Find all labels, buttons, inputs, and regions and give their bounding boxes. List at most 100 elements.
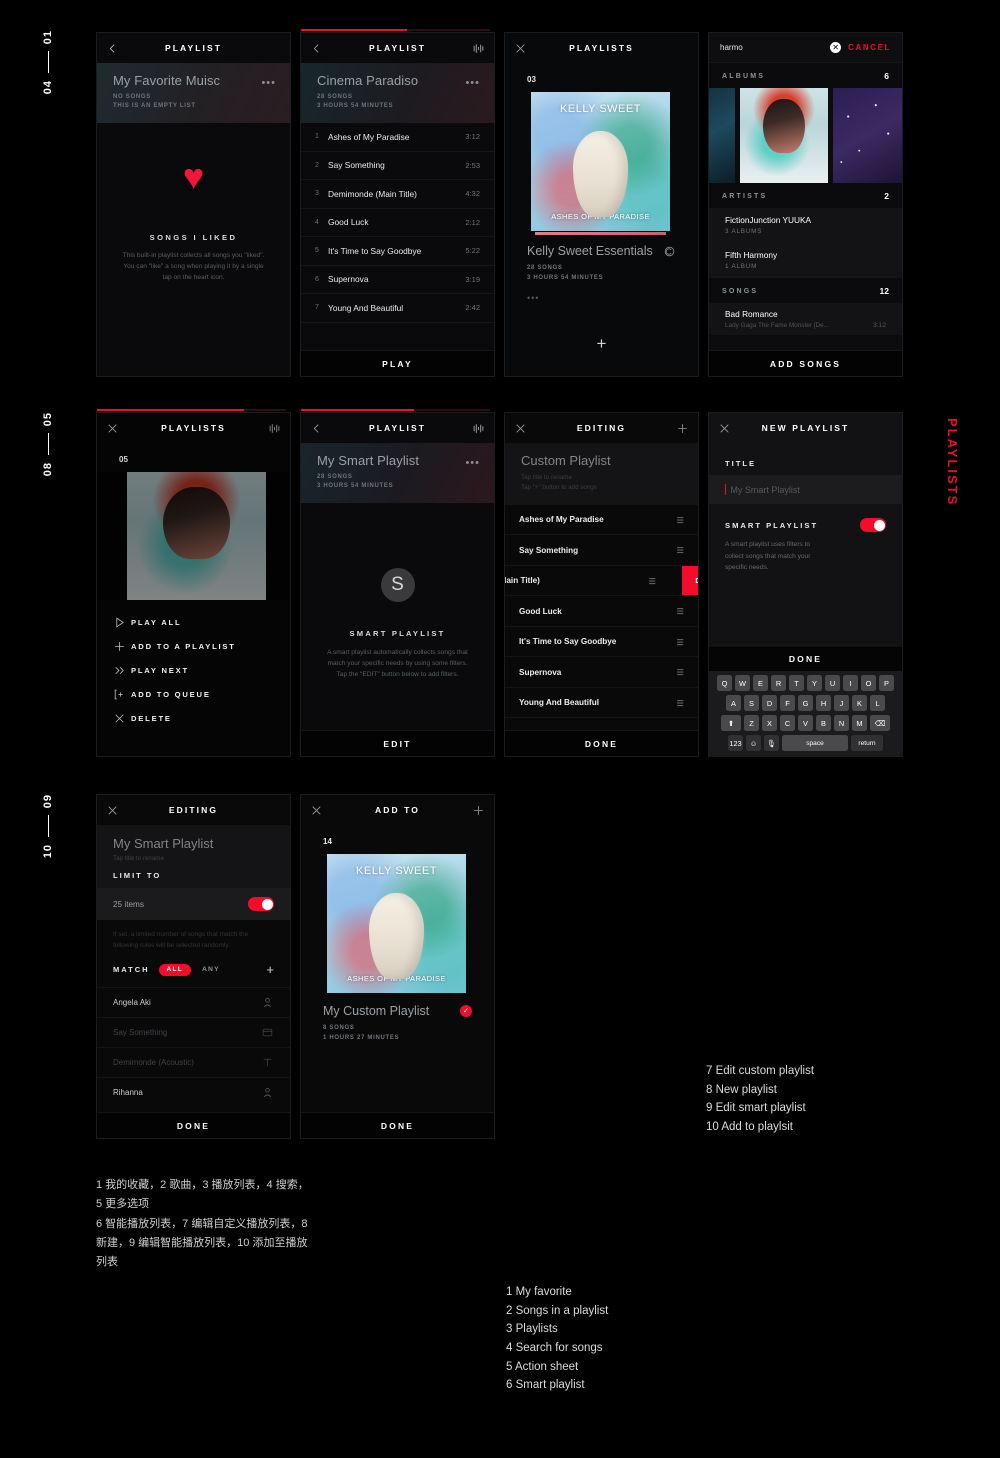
done-button[interactable]: DONE	[709, 647, 902, 671]
playback-progress-bar[interactable]	[301, 409, 490, 411]
drag-handle-icon[interactable]: ☰	[677, 698, 684, 708]
table-row[interactable]: 4 Good Luck 2:12	[301, 209, 494, 237]
drag-handle-icon[interactable]: ☰	[677, 515, 684, 525]
key-i[interactable]: I	[843, 675, 858, 691]
check-circle-icon[interactable]: ✓	[460, 1005, 472, 1017]
playlist-title[interactable]: Custom Playlist	[521, 453, 682, 468]
plus-icon[interactable]: +	[266, 962, 274, 977]
table-row[interactable]: Ashes of My Paradise ☰	[505, 505, 698, 536]
close-icon[interactable]	[718, 422, 731, 435]
table-row[interactable]: Supernova ☰	[505, 657, 698, 688]
playlist-title[interactable]: My Smart Playlist	[113, 836, 274, 851]
numbers-key[interactable]: 123	[728, 735, 743, 751]
title-input-row[interactable]: My Smart Playlist	[709, 475, 902, 504]
key-a[interactable]: A	[726, 695, 741, 711]
key-s[interactable]: S	[744, 695, 759, 711]
key-z[interactable]: Z	[744, 715, 759, 731]
album-thumb[interactable]	[740, 88, 829, 183]
album-carousel[interactable]: KELLY SWEET ASHES OF MY PARADISE	[301, 854, 494, 993]
plus-icon[interactable]	[472, 804, 485, 817]
drag-handle-icon[interactable]: ☰	[677, 637, 684, 647]
clear-circle-icon[interactable]: ✕	[830, 42, 842, 53]
emoji-icon[interactable]: ☺	[746, 735, 761, 751]
key-y[interactable]: Y	[807, 675, 822, 691]
key-e[interactable]: E	[753, 675, 768, 691]
key-b[interactable]: B	[816, 715, 831, 731]
key-l[interactable]: L	[870, 695, 885, 711]
table-row[interactable]: 2 Say Something 2:53	[301, 152, 494, 180]
key-n[interactable]: N	[834, 715, 849, 731]
microphone-icon[interactable]: 🎙	[764, 735, 779, 751]
action-play-next[interactable]: PLAY NEXT	[97, 658, 290, 682]
ellipsis-icon[interactable]: •••	[261, 77, 276, 89]
table-row[interactable]: 3 Demimonde (Main Title) 4:32	[301, 180, 494, 209]
key-d[interactable]: D	[762, 695, 777, 711]
match-any-option[interactable]: ANY	[202, 966, 220, 973]
return-key[interactable]: return	[851, 735, 883, 751]
table-row[interactable]: 7 Young And Beautiful 2:42	[301, 294, 494, 323]
chevron-left-icon[interactable]	[310, 42, 323, 55]
key-f[interactable]: F	[780, 695, 795, 711]
table-row[interactable]: Good Luck ☰	[505, 596, 698, 627]
album-carousel[interactable]: KELLY SWEET ASHES OF MY PARADISE	[505, 92, 698, 235]
table-row[interactable]: 1 Ashes of My Paradise 3:12	[301, 123, 494, 152]
limit-row[interactable]: 25 items	[97, 888, 290, 920]
album-thumb[interactable]	[709, 88, 736, 183]
key-m[interactable]: M	[852, 715, 867, 731]
match-all-option[interactable]: ALL	[158, 963, 191, 976]
key-v[interactable]: V	[798, 715, 813, 731]
drag-handle-icon[interactable]: ☰	[677, 545, 684, 555]
title-input[interactable]: My Smart Playlist	[730, 485, 800, 495]
key-w[interactable]: W	[735, 675, 750, 691]
delete-button[interactable]: DELETE	[682, 565, 698, 596]
ellipsis-icon[interactable]: •••	[465, 457, 480, 469]
key-g[interactable]: G	[798, 695, 813, 711]
key-k[interactable]: K	[852, 695, 867, 711]
rule-row[interactable]: Rihanna	[97, 1077, 290, 1107]
key-o[interactable]: O	[861, 675, 876, 691]
plus-icon[interactable]	[676, 422, 689, 435]
chevron-left-icon[interactable]	[106, 42, 119, 55]
album-artwork[interactable]: KELLY SWEET ASHES OF MY PARADISE	[327, 854, 466, 993]
plus-icon[interactable]: +	[505, 334, 698, 354]
key-r[interactable]: R	[771, 675, 786, 691]
close-icon[interactable]	[106, 422, 119, 435]
key-q[interactable]: Q	[717, 675, 732, 691]
space-key[interactable]: space	[782, 735, 848, 751]
play-button[interactable]: PLAY	[301, 350, 494, 376]
key-t[interactable]: T	[789, 675, 804, 691]
table-row[interactable]: 6 Supernova 3:19	[301, 266, 494, 294]
rule-row[interactable]: Say Something	[97, 1017, 290, 1047]
table-row[interactable]: It's Time to Say Goodbye ☰	[505, 627, 698, 658]
ellipsis-icon[interactable]: •••	[527, 293, 676, 303]
table-row-swiped[interactable]: de (Main Title) ☰ DELETE	[505, 565, 698, 597]
ellipsis-icon[interactable]: •••	[465, 77, 480, 89]
close-icon[interactable]	[514, 42, 527, 55]
chevron-left-icon[interactable]	[310, 422, 323, 435]
album-thumb[interactable]	[833, 88, 902, 183]
drag-handle-icon[interactable]: ☰	[649, 576, 656, 586]
playback-progress-bar[interactable]	[301, 29, 490, 31]
table-row[interactable]: 5 It's Time to Say Goodbye 5:22	[301, 237, 494, 266]
key-h[interactable]: H	[816, 695, 831, 711]
key-c[interactable]: C	[780, 715, 795, 731]
edit-button[interactable]: EDIT	[301, 730, 494, 756]
table-row[interactable]: Say Something ☰	[505, 535, 698, 566]
key-p[interactable]: P	[879, 675, 894, 691]
close-icon[interactable]	[310, 804, 323, 817]
equalizer-icon[interactable]	[268, 422, 281, 435]
drag-handle-icon[interactable]: ☰	[677, 667, 684, 677]
drag-handle-icon[interactable]: ☰	[677, 606, 684, 616]
close-icon[interactable]	[106, 804, 119, 817]
rule-row[interactable]: Angela Aki	[97, 987, 290, 1017]
album-artwork[interactable]: KELLY SWEET ASHES OF MY PARADISE	[531, 92, 670, 231]
equalizer-icon[interactable]	[472, 42, 485, 55]
equalizer-icon[interactable]	[472, 422, 485, 435]
smart-playlist-toggle[interactable]	[860, 518, 886, 532]
album-carousel[interactable]	[97, 472, 290, 600]
close-icon[interactable]	[514, 422, 527, 435]
shift-icon[interactable]: ⬆	[721, 715, 741, 731]
rule-row[interactable]: Demimonde (Acoustic)	[97, 1047, 290, 1077]
list-item[interactable]: Bad Romance Lady Gaga The Fame Monster […	[709, 303, 902, 335]
action-add-to-a-playlist[interactable]: ADD TO A PLAYLIST	[97, 634, 290, 658]
